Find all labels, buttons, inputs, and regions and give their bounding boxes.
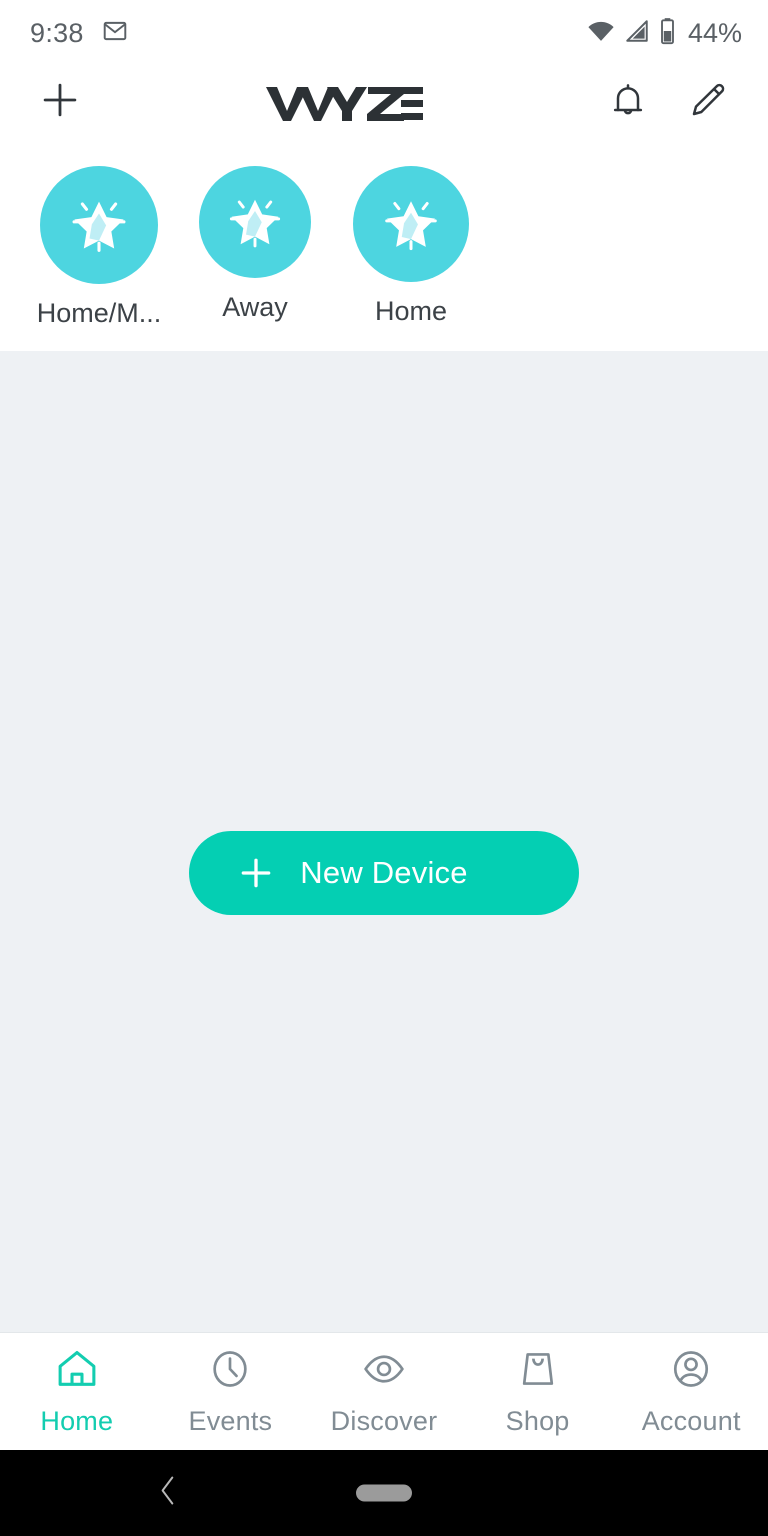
nav-item-home[interactable]: Home [0, 1346, 154, 1437]
shortcut-icon-circle [40, 166, 158, 284]
shortcut-icon-circle [199, 166, 311, 278]
battery-percent-label: 44% [687, 17, 742, 48]
new-device-button[interactable]: New Device [189, 831, 579, 915]
nav-item-discover[interactable]: Discover [307, 1346, 461, 1437]
android-navigation-bar [0, 1450, 768, 1536]
bell-icon [608, 80, 648, 125]
wyze-logo [86, 79, 602, 125]
nav-item-events[interactable]: Events [154, 1346, 308, 1437]
add-button[interactable] [34, 76, 86, 128]
nav-label: Home [40, 1406, 114, 1436]
star-sparkle-icon [374, 185, 448, 264]
shortcut-label: Away [222, 292, 288, 322]
device-list-empty-area: New Device [0, 351, 768, 1332]
nav-label: Discover [330, 1406, 438, 1436]
shortcut-label: Home [374, 296, 448, 326]
shortcut-item[interactable]: Home [350, 166, 472, 329]
battery-icon [659, 17, 676, 50]
shortcut-label: Home/M... [36, 298, 162, 328]
status-bar-right: 44% [587, 17, 742, 50]
nav-item-account[interactable]: Account [614, 1346, 768, 1437]
app-header [0, 66, 768, 138]
clock-icon [207, 1346, 253, 1397]
notifications-button[interactable] [602, 76, 654, 128]
new-device-label: New Device [300, 855, 468, 890]
shortcuts-strip: Home/M... Away Home [0, 138, 768, 351]
status-bar: 9:38 44% [0, 0, 768, 66]
shortcut-item[interactable]: Away [194, 166, 316, 329]
status-bar-left: 9:38 [30, 18, 128, 49]
nav-label: Events [188, 1406, 273, 1436]
bottom-navigation: Home Events Discover Shop Account [0, 1332, 768, 1450]
back-chevron-icon[interactable] [155, 1472, 181, 1515]
person-circle-icon [668, 1346, 714, 1397]
phone-screen: 9:38 44% Home/M... Away Home New Device … [0, 0, 768, 1536]
home-pill-indicator[interactable] [356, 1484, 412, 1502]
house-icon [54, 1346, 100, 1397]
header-actions [602, 76, 734, 128]
star-sparkle-icon [219, 184, 291, 261]
edit-button[interactable] [682, 76, 734, 128]
gmail-icon [102, 18, 128, 49]
cellular-signal-icon [624, 18, 650, 49]
pencil-icon [688, 80, 728, 125]
nav-item-shop[interactable]: Shop [461, 1346, 615, 1437]
plus-icon [39, 79, 81, 126]
shortcut-item[interactable]: Home/M... [36, 166, 162, 329]
plus-icon [237, 854, 275, 892]
shopping-bag-icon [515, 1346, 561, 1397]
wifi-icon [587, 17, 615, 50]
nav-label: Account [641, 1406, 741, 1436]
nav-label: Shop [505, 1406, 570, 1436]
star-sparkle-icon [61, 185, 137, 266]
eye-icon [361, 1346, 407, 1397]
shortcut-icon-circle [353, 166, 469, 282]
status-bar-clock: 9:38 [30, 17, 84, 48]
